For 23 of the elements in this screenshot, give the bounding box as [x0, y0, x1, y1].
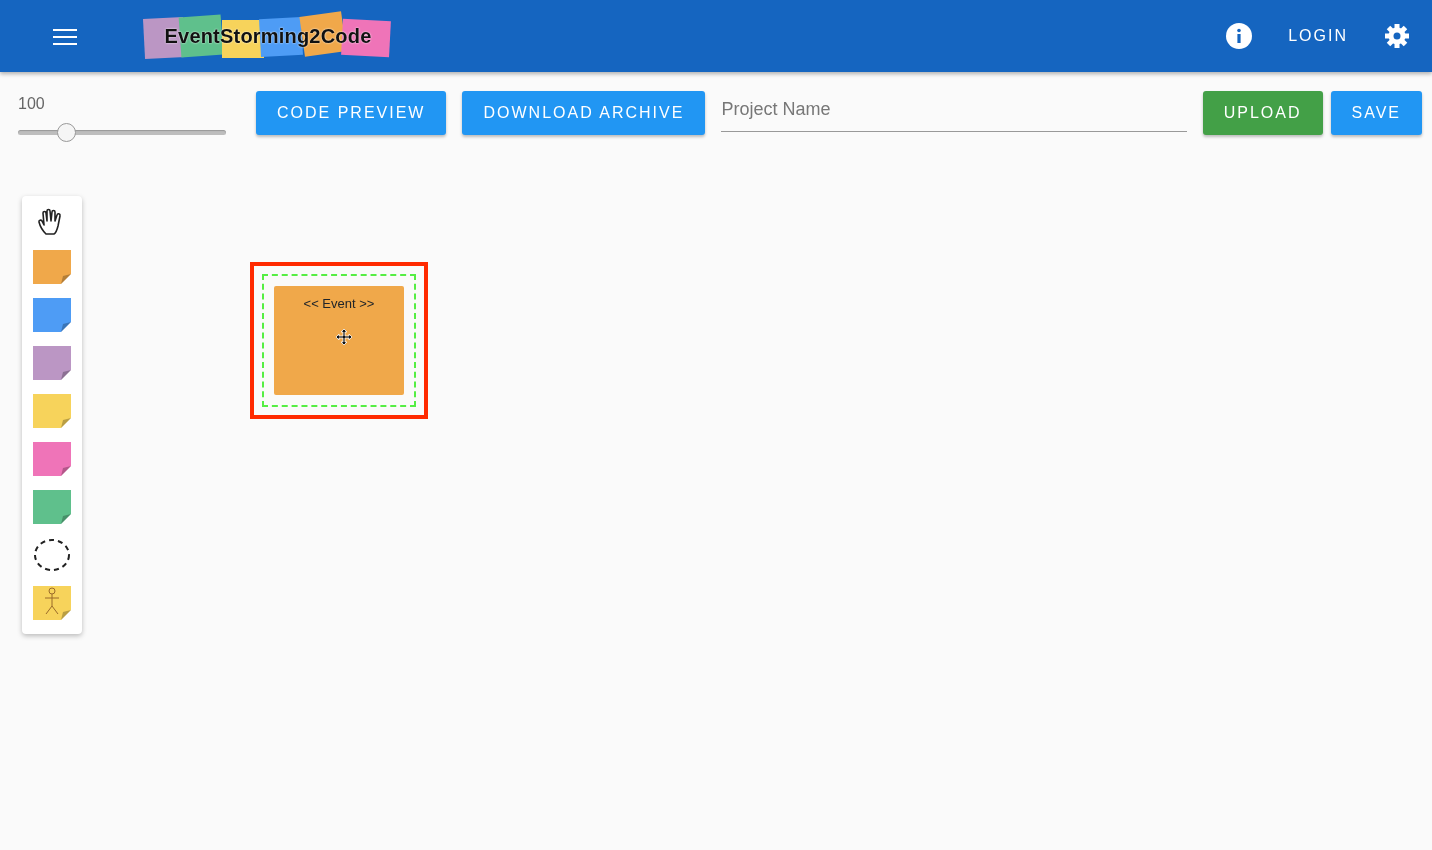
move-icon [335, 327, 353, 346]
info-icon[interactable] [1226, 23, 1253, 49]
login-button[interactable]: LOGIN [1276, 18, 1360, 54]
settings-icon[interactable] [1384, 23, 1410, 49]
sticky-note-icon[interactable] [33, 298, 71, 332]
actor-note-icon[interactable] [33, 586, 71, 620]
upload-button[interactable]: UPLOAD [1202, 91, 1323, 135]
sticky-note-icon[interactable] [33, 346, 71, 380]
dashed-circle-icon[interactable] [33, 538, 71, 572]
event-sticky-note[interactable]: << Event >> [274, 286, 404, 395]
menu-icon [52, 27, 78, 46]
action-button[interactable]: DOWNLOAD ARCHIVE [462, 91, 706, 135]
action-button[interactable]: CODE PREVIEW [256, 91, 447, 135]
sticky-note-icon[interactable] [33, 442, 71, 476]
zoom-reading: 100 [18, 94, 46, 114]
action-button[interactable]: SAVE [1330, 91, 1422, 135]
slider-thumb[interactable] [56, 123, 76, 142]
note-label: << Event >> [303, 296, 375, 311]
sticky-note-icon[interactable] [33, 394, 71, 428]
zoom-slider[interactable] [18, 123, 226, 142]
sticky-note-icon[interactable] [33, 490, 71, 524]
project-name-field[interactable]: Project Name [721, 92, 1187, 132]
sticky-note-icon[interactable] [33, 250, 71, 284]
